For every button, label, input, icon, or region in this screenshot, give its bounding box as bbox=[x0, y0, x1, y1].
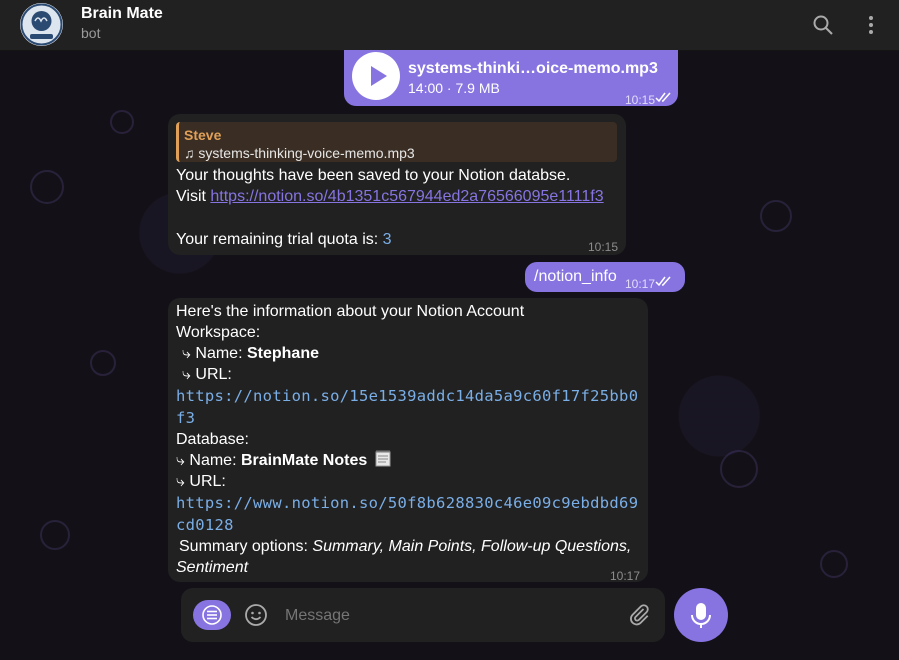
database-name-line: ⤷ Name: BrainMate Notes bbox=[176, 450, 391, 471]
mic-button[interactable] bbox=[674, 588, 728, 642]
saved-line: Your thoughts have been saved to your No… bbox=[176, 167, 571, 184]
notion-info-message[interactable]: Here's the information about your Notion… bbox=[168, 298, 648, 583]
wallpaper-doodle bbox=[820, 550, 848, 578]
db-url-label: ⤷ URL: bbox=[176, 473, 226, 490]
audio-filename: systems-thinki…oice-memo.mp3 bbox=[408, 60, 658, 77]
saved-confirmation-message[interactable]: Steve ♫ systems-thinking-voice-memo.mp3 … bbox=[168, 114, 626, 255]
info-intro: Here's the information about your Notion… bbox=[176, 303, 525, 320]
reply-file: ♫ systems-thinking-voice-memo.mp3 bbox=[184, 143, 415, 164]
notion-page-link[interactable]: https://notion.so/4b1351c567944ed2a76566… bbox=[210, 188, 603, 205]
summary-values-cont: Sentiment bbox=[176, 559, 249, 576]
visit-line: Visit https://notion.so/4b1351c567944ed2… bbox=[176, 186, 604, 207]
ws-name-label: ⤷ Name: bbox=[182, 345, 243, 362]
summary-label: Summary options: bbox=[179, 538, 308, 555]
database-url[interactable]: https://www.notion.so/50f8b628830c46e09c… bbox=[176, 493, 638, 514]
message-input[interactable] bbox=[283, 602, 617, 630]
music-note-icon: ♫ bbox=[184, 145, 195, 161]
database-url-cont[interactable]: cd0128 bbox=[176, 515, 234, 536]
reply-filename: systems-thinking-voice-memo.mp3 bbox=[198, 145, 415, 161]
menu-button[interactable] bbox=[193, 600, 231, 630]
audio-message[interactable]: systems-thinki…oice-memo.mp3 14:00 · 7.9… bbox=[344, 50, 678, 107]
summary-line: Summary options: Summary, Main Points, F… bbox=[179, 536, 631, 557]
message-time: 10:15 bbox=[588, 240, 619, 254]
menu-icon bbox=[202, 605, 222, 625]
avatar[interactable] bbox=[20, 3, 63, 46]
visit-label: Visit bbox=[176, 188, 206, 205]
ws-url-label: ⤷ URL: bbox=[182, 366, 232, 383]
message-time: 10:17 bbox=[625, 277, 656, 291]
wallpaper-doodle bbox=[40, 520, 70, 550]
message-composer bbox=[181, 588, 665, 642]
message-time: 10:17 bbox=[610, 569, 641, 583]
chat-subtitle: bot bbox=[81, 25, 101, 41]
wallpaper-doodle bbox=[90, 350, 116, 376]
emoji-icon[interactable] bbox=[244, 603, 268, 627]
command-message[interactable]: /notion_info 10:17 bbox=[525, 262, 685, 292]
quota-label: Your remaining trial quota is: bbox=[176, 231, 379, 248]
wallpaper-doodle bbox=[760, 200, 792, 232]
chat-header[interactable]: Brain Mate bot bbox=[0, 0, 899, 51]
play-button[interactable] bbox=[352, 52, 400, 100]
more-vert-icon[interactable] bbox=[859, 13, 883, 37]
quota-value: 3 bbox=[382, 231, 392, 248]
quota-line: Your remaining trial quota is: 3 bbox=[176, 229, 392, 250]
wallpaper-doodle bbox=[720, 450, 758, 488]
play-icon bbox=[371, 66, 387, 86]
mic-icon bbox=[691, 603, 711, 628]
workspace-name-line: ⤷ Name: Stephane bbox=[182, 343, 319, 364]
read-check-icon bbox=[655, 92, 671, 103]
audio-meta: 14:00 · 7.9 MB bbox=[408, 80, 500, 96]
wallpaper-doodle bbox=[110, 110, 134, 134]
notepad-icon bbox=[375, 450, 391, 467]
reply-preview[interactable]: Steve ♫ systems-thinking-voice-memo.mp3 bbox=[176, 122, 617, 162]
workspace-url[interactable]: https://notion.so/15e1539addc14da5a9c60f… bbox=[176, 386, 638, 407]
wallpaper-doodle bbox=[30, 170, 64, 204]
db-name-label: ⤷ Name: bbox=[176, 452, 237, 469]
attach-icon[interactable] bbox=[627, 603, 651, 627]
command-text: /notion_info bbox=[534, 268, 617, 285]
search-icon[interactable] bbox=[811, 13, 835, 37]
workspace-name: Stephane bbox=[246, 345, 319, 362]
database-name: BrainMate Notes bbox=[240, 452, 368, 469]
workspace-label: Workspace: bbox=[176, 324, 261, 341]
workspace-url-cont[interactable]: f3 bbox=[176, 408, 195, 429]
database-label: Database: bbox=[176, 431, 249, 448]
message-time: 10:15 bbox=[625, 93, 656, 107]
summary-values: Summary, Main Points, Follow-up Question… bbox=[312, 538, 632, 555]
chat-title: Brain Mate bbox=[81, 5, 163, 22]
read-check-icon bbox=[655, 276, 671, 287]
